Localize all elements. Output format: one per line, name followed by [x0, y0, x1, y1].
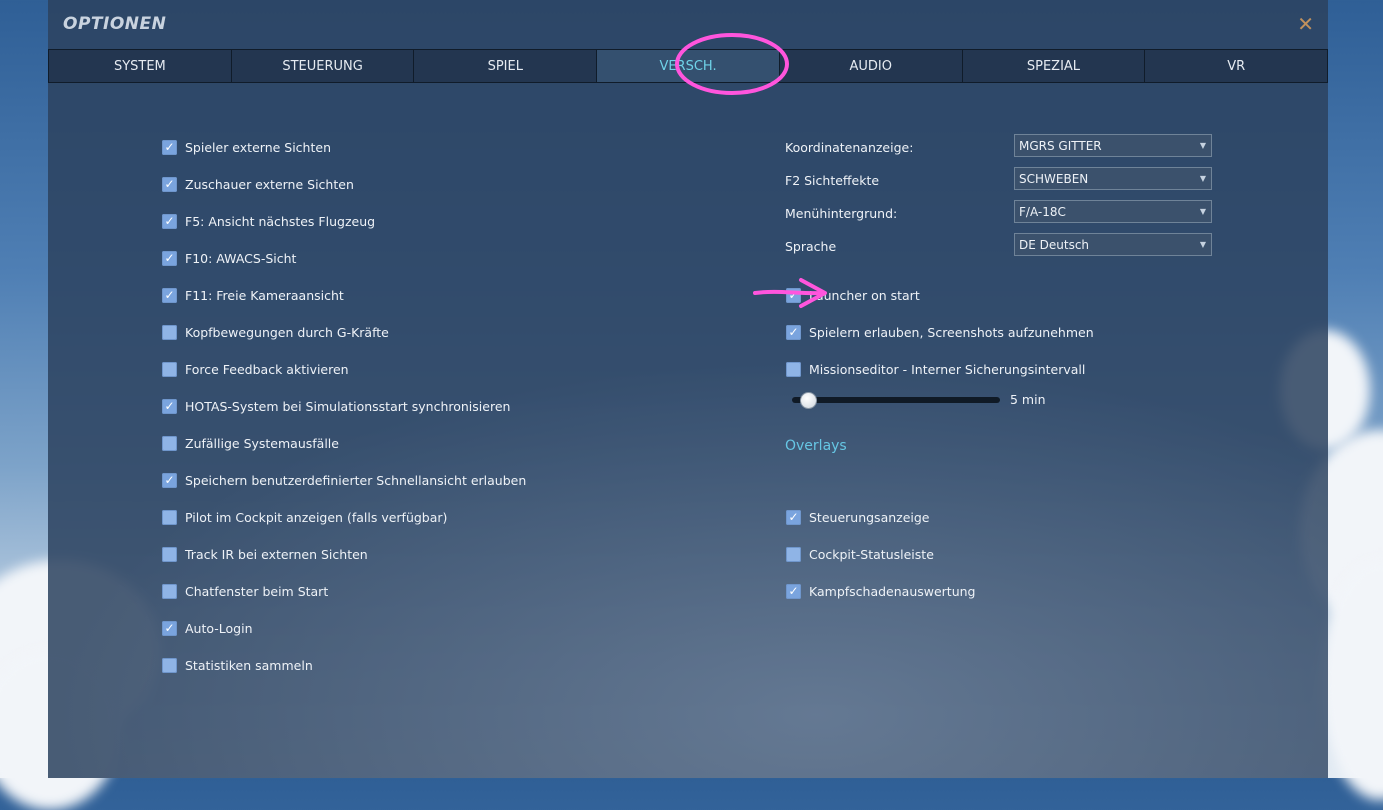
checkbox[interactable]: ✓	[162, 176, 177, 192]
language-select[interactable]: DE Deutsch ▼	[1014, 233, 1212, 256]
select-value: DE Deutsch	[1019, 237, 1090, 252]
select-value: MGRS GITTER	[1019, 138, 1102, 153]
checkbox[interactable]	[162, 361, 177, 377]
menu-background-label: Menühintergrund:	[785, 206, 898, 221]
tab-steuerung[interactable]: STEUERUNG	[231, 49, 415, 83]
option-label: Force Feedback aktivieren	[185, 361, 349, 377]
chevron-down-icon: ▼	[1199, 207, 1206, 216]
option-label: Steuerungsanzeige	[809, 509, 930, 525]
option-row[interactable]: Force Feedback aktivieren	[162, 360, 349, 378]
tab-audio[interactable]: AUDIO	[779, 49, 963, 83]
checkbox[interactable]: ✓	[162, 287, 177, 303]
tab-system[interactable]: SYSTEM	[48, 49, 232, 83]
dialog-title: OPTIONEN	[63, 14, 167, 34]
checkbox[interactable]	[162, 435, 177, 451]
checkbox[interactable]	[162, 657, 177, 673]
option-row[interactable]: Pilot im Cockpit anzeigen (falls verfügb…	[162, 508, 447, 526]
option-label: F5: Ansicht nächstes Flugzeug	[185, 213, 376, 229]
checkbox[interactable]	[162, 324, 177, 340]
tab-spiel[interactable]: SPIEL	[414, 49, 598, 83]
highlight-circle-annotation	[675, 33, 789, 95]
checkbox[interactable]	[786, 361, 801, 377]
option-row[interactable]: ✓ F10: AWACS-Sicht	[162, 249, 296, 267]
option-row[interactable]: Chatfenster beim Start	[162, 582, 328, 600]
option-label: F11: Freie Kameraansicht	[185, 287, 344, 303]
option-label: Pilot im Cockpit anzeigen (falls verfügb…	[185, 509, 448, 525]
option-label: Track IR bei externen Sichten	[185, 546, 368, 562]
option-row[interactable]: Missionseditor - Interner Sicherungsinte…	[786, 360, 1085, 378]
checkbox[interactable]: ✓	[786, 509, 801, 525]
option-label: Chatfenster beim Start	[185, 583, 329, 599]
tab-spezial[interactable]: SPEZIAL	[962, 49, 1146, 83]
close-icon[interactable]: ✕	[1297, 13, 1314, 35]
option-row[interactable]: ✓ Kampfschadenauswertung	[786, 582, 976, 600]
checkbox[interactable]: ✓	[162, 213, 177, 229]
option-row[interactable]: ✓ Steuerungsanzeige	[786, 508, 930, 526]
checkbox[interactable]	[786, 546, 801, 562]
option-label: Statistiken sammeln	[185, 657, 313, 673]
checkbox[interactable]: ✓	[786, 583, 801, 599]
option-label: Missionseditor - Interner Sicherungsinte…	[809, 361, 1086, 377]
option-row[interactable]: Track IR bei externen Sichten	[162, 545, 368, 563]
tab-vr[interactable]: VR	[1145, 49, 1329, 83]
checkbox[interactable]: ✓	[162, 250, 177, 266]
checkbox[interactable]: ✓	[786, 324, 801, 340]
arrow-annotation	[753, 278, 827, 308]
option-row[interactable]: ✓ Auto-Login	[162, 619, 253, 637]
checkbox[interactable]: ✓	[162, 620, 177, 636]
option-row[interactable]: ✓ HOTAS-System bei Simulationsstart synch…	[162, 397, 510, 415]
chevron-down-icon: ▼	[1199, 240, 1206, 249]
checkbox[interactable]	[162, 583, 177, 599]
coordinate-display-label: Koordinatenanzeige:	[785, 140, 914, 155]
overlays-heading: Overlays	[785, 438, 847, 454]
language-label: Sprache	[785, 239, 837, 254]
menu-background-select[interactable]: F/A-18C ▼	[1014, 200, 1212, 223]
autosave-interval-slider[interactable]	[792, 397, 1000, 403]
f2-view-effects-select[interactable]: SCHWEBEN ▼	[1014, 167, 1212, 190]
option-label: Cockpit-Statusleiste	[809, 546, 934, 562]
checkbox[interactable]: ✓	[162, 139, 177, 155]
option-row[interactable]: ✓ Speichern benutzerdefinierter Schnellan…	[162, 471, 526, 489]
option-label: Zufällige Systemausfälle	[185, 435, 339, 451]
chevron-down-icon: ▼	[1199, 141, 1206, 150]
option-row[interactable]: Kopfbewegungen durch G-Kräfte	[162, 323, 389, 341]
checkbox[interactable]	[162, 546, 177, 562]
coordinate-display-select[interactable]: MGRS GITTER ▼	[1014, 134, 1212, 157]
option-label: HOTAS-System bei Simulationsstart synchr…	[185, 398, 511, 414]
option-label: F10: AWACS-Sicht	[185, 250, 297, 266]
select-value: SCHWEBEN	[1019, 171, 1089, 186]
option-row[interactable]: ✓ F5: Ansicht nächstes Flugzeug	[162, 212, 375, 230]
option-row[interactable]: Zufällige Systemausfälle	[162, 434, 339, 452]
option-label: Spieler externe Sichten	[185, 139, 331, 155]
chevron-down-icon: ▼	[1199, 174, 1206, 183]
option-row[interactable]: Cockpit-Statusleiste	[786, 545, 934, 563]
option-row[interactable]: ✓ Zuschauer externe Sichten	[162, 175, 354, 193]
f2-view-effects-label: F2 Sichteffekte	[785, 173, 880, 188]
slider-value: 5 min	[1010, 392, 1046, 407]
option-row[interactable]: ✓ Spieler externe Sichten	[162, 138, 331, 156]
checkbox[interactable]: ✓	[162, 472, 177, 488]
select-value: F/A-18C	[1019, 204, 1066, 219]
option-label: Zuschauer externe Sichten	[185, 176, 354, 192]
option-row[interactable]: ✓ Spielern erlauben, Screenshots aufzuneh…	[786, 323, 1094, 341]
option-label: Kampfschadenauswertung	[809, 583, 976, 599]
option-label: Auto-Login	[185, 620, 253, 636]
background-clouds	[48, 358, 1328, 778]
option-label: Kopfbewegungen durch G-Kräfte	[185, 324, 389, 340]
checkbox[interactable]: ✓	[162, 398, 177, 414]
option-row[interactable]: Statistiken sammeln	[162, 656, 313, 674]
checkbox[interactable]	[162, 509, 177, 525]
options-dialog: OPTIONEN ✕ SYSTEM STEUERUNG SPIEL VERSCH…	[48, 0, 1329, 778]
option-label: Speichern benutzerdefinierter Schnellans…	[185, 472, 527, 488]
slider-thumb[interactable]	[800, 392, 817, 409]
option-row[interactable]: ✓ F11: Freie Kameraansicht	[162, 286, 344, 304]
option-label: Spielern erlauben, Screenshots aufzunehm…	[809, 324, 1094, 340]
